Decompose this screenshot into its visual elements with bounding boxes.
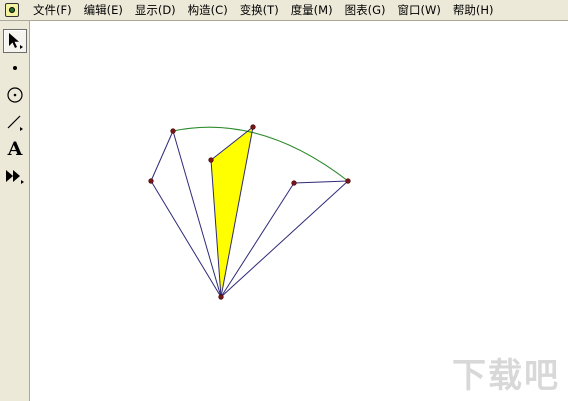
filled-polygon[interactable]	[211, 127, 253, 297]
menu-window[interactable]: 窗口(W)	[391, 0, 446, 21]
circle-icon	[7, 87, 23, 103]
segment[interactable]	[172, 130, 222, 298]
menu-bar: 文件(F) 编辑(E) 显示(D) 构造(C) 变换(T) 度量(M) 图表(G…	[0, 0, 568, 21]
segment[interactable]	[150, 130, 174, 182]
double-arrow-icon	[6, 170, 24, 184]
watermark-text: 下载吧	[452, 356, 560, 396]
custom-tool[interactable]	[3, 164, 27, 188]
point[interactable]	[170, 128, 176, 134]
compass-tool[interactable]	[3, 83, 27, 107]
geometry-sketchpad-window: 文件(F) 编辑(E) 显示(D) 构造(C) 变换(T) 度量(M) 图表(G…	[0, 0, 568, 401]
point[interactable]	[208, 157, 214, 163]
segment[interactable]	[150, 180, 222, 298]
menu-transform[interactable]: 变换(T)	[234, 0, 285, 21]
app-icon[interactable]	[5, 3, 19, 17]
point-tool[interactable]	[3, 56, 27, 80]
straightedge-tool[interactable]	[3, 110, 27, 134]
sketch-drawing	[148, 124, 351, 300]
menu-construct[interactable]: 构造(C)	[182, 0, 234, 21]
segment[interactable]	[293, 180, 349, 184]
point-icon	[13, 66, 17, 70]
arrow-select-tool[interactable]	[3, 29, 27, 53]
menu-graph[interactable]: 图表(G)	[339, 0, 392, 21]
point[interactable]	[345, 178, 351, 184]
point[interactable]	[148, 178, 154, 184]
text-a-icon: A	[7, 137, 23, 160]
text-tool[interactable]: A	[3, 137, 27, 161]
arrow-icon	[9, 33, 23, 49]
sketch-canvas[interactable]	[30, 21, 568, 401]
menu-measure[interactable]: 度量(M)	[285, 0, 339, 21]
menu-edit[interactable]: 编辑(E)	[78, 0, 129, 21]
point[interactable]	[218, 294, 224, 300]
line-icon	[7, 115, 23, 131]
point[interactable]	[250, 124, 256, 130]
toolbox: A	[0, 21, 30, 401]
menu-file[interactable]: 文件(F)	[27, 0, 78, 21]
menu-help[interactable]: 帮助(H)	[447, 0, 500, 21]
watermark-logo: 下载吧	[432, 355, 562, 395]
point[interactable]	[291, 180, 297, 186]
arc[interactable]	[172, 126, 349, 182]
menu-display[interactable]: 显示(D)	[129, 0, 182, 21]
